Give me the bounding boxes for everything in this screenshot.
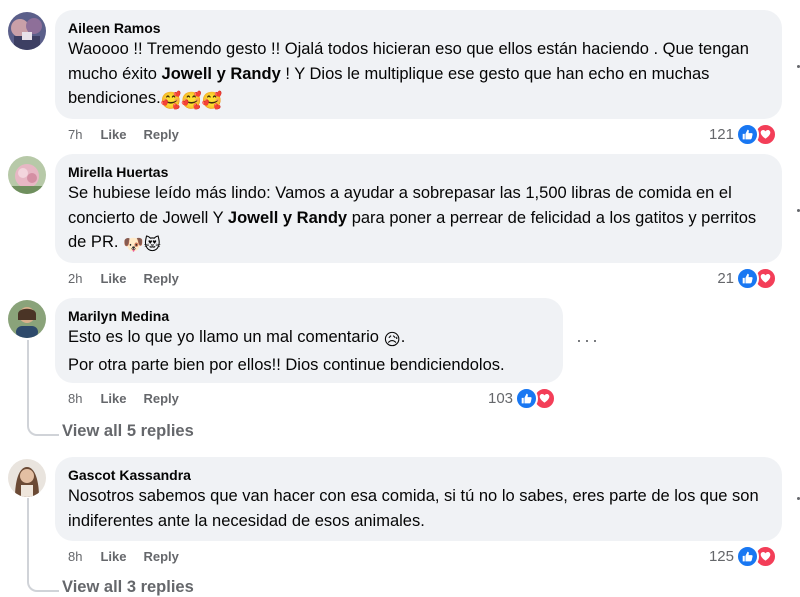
comment-actions: 7h Like Reply — [68, 127, 196, 142]
like-icon — [515, 387, 539, 410]
reply-button[interactable]: Reply — [143, 271, 178, 286]
comment-author[interactable]: Gascot Kassandra — [68, 466, 770, 484]
comment-text: Nosotros sabemos que van hacer con esa c… — [68, 487, 759, 530]
reaction-count: 21 — [717, 270, 734, 287]
comment-bubble: Gascot Kassandra Nosotros sabemos que va… — [55, 457, 782, 541]
avatar[interactable] — [8, 459, 46, 497]
avatar[interactable] — [8, 300, 46, 338]
like-icon — [736, 123, 759, 146]
emoji: 🥰🥰🥰 — [160, 92, 223, 110]
tagged-page-link[interactable]: Jowell y Randy — [162, 65, 281, 83]
reaction-count: 121 — [708, 126, 734, 143]
like-button[interactable]: Like — [100, 271, 126, 286]
comment-line: Esto es lo que yo llamo un mal comentari… — [68, 325, 551, 353]
like-button[interactable]: Like — [100, 549, 126, 564]
more-options-icon[interactable]: ··· — [576, 330, 600, 351]
like-icon — [736, 545, 759, 568]
comment-text: Se hubiese leído más lindo: Vamos a ayud… — [68, 181, 770, 258]
view-replies-link[interactable]: View all 3 replies — [62, 578, 194, 597]
view-replies-link[interactable]: View all 5 replies — [62, 422, 194, 441]
comment-actions: 8h Like Reply — [68, 391, 196, 406]
reaction-summary[interactable]: 103 — [488, 387, 557, 410]
emoji: 😥 — [383, 331, 401, 349]
like-icon — [736, 267, 759, 290]
thread-connector — [27, 498, 59, 592]
reaction-count: 125 — [708, 548, 734, 565]
comment-text: Waoooo !! Tremendo gesto !! Ojalá todos … — [68, 37, 770, 114]
comment-text: Esto es lo que yo llamo un mal comentari… — [68, 325, 551, 377]
comment-author[interactable]: Aileen Ramos — [68, 19, 770, 37]
comment-author[interactable]: Mirella Huertas — [68, 163, 770, 181]
timestamp[interactable]: 8h — [68, 391, 82, 406]
tagged-page-link[interactable]: Jowell y Randy — [228, 209, 347, 227]
reply-button[interactable]: Reply — [143, 391, 178, 406]
reply-button[interactable]: Reply — [143, 549, 178, 564]
reaction-summary[interactable]: 121 — [709, 123, 777, 146]
reaction-count: 103 — [488, 390, 514, 407]
like-button[interactable]: Like — [100, 127, 126, 142]
comment-line: Por otra parte bien por ellos!! Dios con… — [68, 355, 505, 374]
avatar[interactable] — [8, 156, 46, 194]
reaction-summary[interactable]: 21 — [717, 267, 777, 290]
comment-actions: 8h Like Reply — [68, 549, 196, 564]
avatar[interactable] — [8, 12, 46, 50]
like-button[interactable]: Like — [100, 391, 126, 406]
comment-bubble: Aileen Ramos Waoooo !! Tremendo gesto !!… — [55, 10, 782, 119]
comment-text-part: . — [400, 328, 406, 346]
reaction-summary[interactable]: 125 — [709, 545, 777, 568]
timestamp[interactable]: 8h — [68, 549, 82, 564]
comment-bubble: Marilyn Medina Esto es lo que yo llamo u… — [55, 298, 563, 383]
comment-actions: 2h Like Reply — [68, 271, 196, 286]
comment-bubble: Mirella Huertas Se hubiese leído más lin… — [55, 154, 782, 263]
reply-button[interactable]: Reply — [143, 127, 178, 142]
emoji: 🐶😻 — [123, 236, 161, 254]
timestamp[interactable]: 7h — [68, 127, 82, 142]
thread-connector — [27, 340, 59, 436]
comment-author[interactable]: Marilyn Medina — [68, 307, 551, 325]
comment-text-part: Esto es lo que yo llamo un mal comentari… — [68, 328, 384, 346]
timestamp[interactable]: 2h — [68, 271, 82, 286]
